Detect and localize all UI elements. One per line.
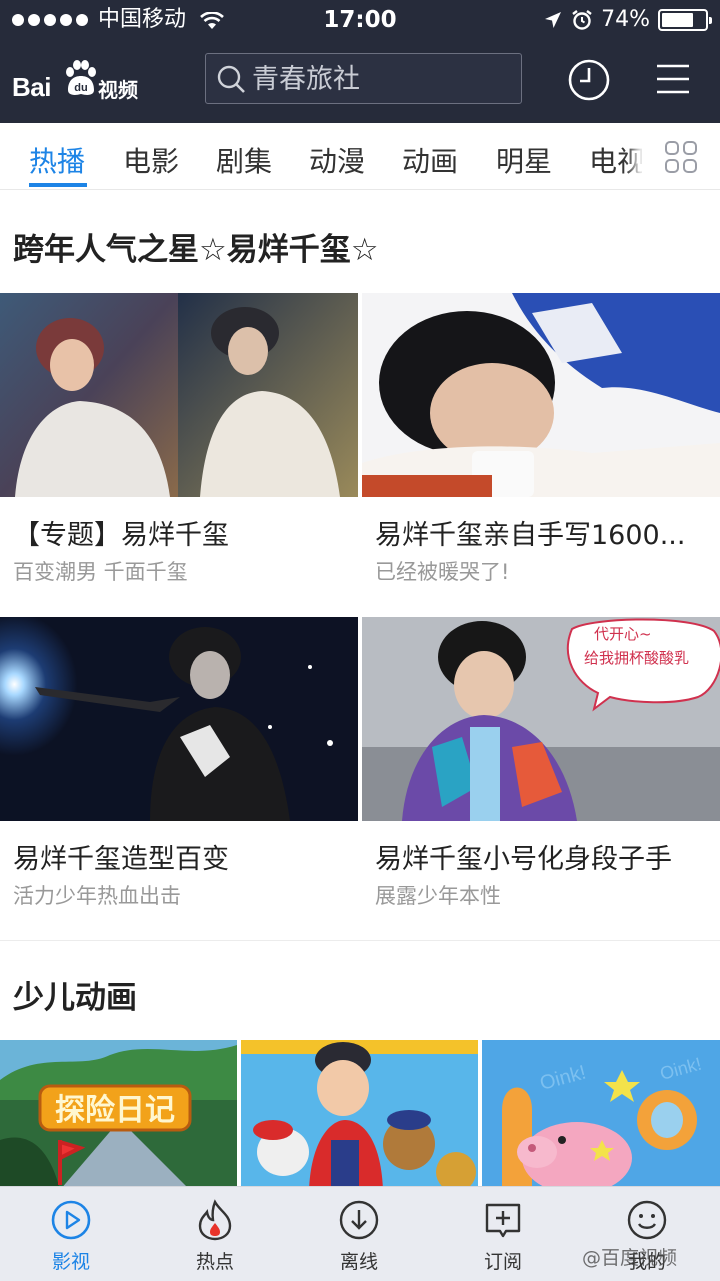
weibo-watermark: @百度视频 — [582, 1247, 678, 1269]
bottom-tab-label: 离线 — [339, 1251, 378, 1273]
bottom-tab-label: 订阅 — [483, 1251, 522, 1273]
card-thumbnail-special[interactable] — [0, 293, 358, 497]
search-box[interactable] — [205, 53, 522, 104]
poster-image: Oink! Oink! — [482, 1040, 720, 1190]
alarm-icon — [572, 9, 592, 30]
battery-icon — [658, 8, 712, 31]
active-tab-indicator — [29, 183, 87, 187]
thumbnail-image — [362, 293, 720, 497]
smiley-icon — [627, 1200, 667, 1240]
history-clock-icon[interactable] — [567, 58, 611, 102]
top-header: 中国移动 17:00 74% Bai du 视频 — [0, 0, 720, 123]
section-divider — [0, 940, 720, 941]
card-subtitle: 百变潮男 千面千玺 — [13, 560, 188, 584]
play-circle-icon — [51, 1200, 91, 1240]
logo-du: du — [74, 82, 87, 94]
section-title-star: 跨年人气之星☆易烊千玺☆ — [13, 232, 379, 268]
poster-image — [241, 1040, 478, 1190]
category-tabs: 热播 电影 剧集 动漫 动画 明星 电视 — [0, 123, 720, 190]
status-right: 74% — [543, 7, 712, 32]
tab-cartoon[interactable]: 动画 — [402, 140, 458, 180]
logo-text: Bai — [12, 72, 51, 102]
location-arrow-icon — [545, 11, 562, 28]
baidu-video-logo[interactable]: Bai du 视频 — [12, 60, 142, 102]
battery-percent: 74% — [601, 7, 650, 32]
grid-icon — [665, 141, 697, 173]
card-thumbnail-alt-account[interactable]: 代开心~ 给我拥杯酸酸乳 — [362, 617, 720, 821]
logo-video-text: 视频 — [98, 78, 138, 102]
kids-poster-peppa[interactable]: Oink! Oink! — [482, 1040, 720, 1190]
search-input[interactable] — [252, 60, 512, 98]
bottom-tab-label: 热点 — [195, 1251, 234, 1273]
bottom-tab-label: 影视 — [51, 1251, 90, 1273]
kids-poster-adventure[interactable]: 探险日记 — [0, 1040, 237, 1190]
card-thumbnail-handwritten[interactable] — [362, 293, 720, 497]
thumbnail-image — [0, 293, 358, 497]
subscribe-plus-icon — [485, 1203, 521, 1238]
tab-series[interactable]: 剧集 — [216, 140, 272, 180]
tab-tv[interactable]: 电视 — [589, 140, 645, 180]
card-title[interactable]: 易烊千玺小号化身段子手 — [375, 837, 710, 876]
poster-image: 探险日记 — [0, 1040, 237, 1190]
thumbnail-image: 代开心~ 给我拥杯酸酸乳 — [362, 617, 720, 821]
search-icon — [217, 65, 245, 93]
bubble-text: 代开心~ — [594, 625, 652, 643]
thumbnail-image — [0, 617, 358, 821]
paw-logo-icon: du — [66, 60, 96, 95]
battery-level — [662, 12, 693, 27]
card-title[interactable]: 易烊千玺亲自手写1600... — [375, 513, 710, 552]
flame-icon — [198, 1199, 232, 1241]
card-subtitle: 展露少年本性 — [375, 884, 501, 908]
poster-title: 探险日记 — [55, 1093, 175, 1128]
bottom-tab-hot[interactable]: 热点 — [165, 1187, 265, 1281]
tab-movie[interactable]: 电影 — [123, 140, 179, 180]
tab-stars[interactable]: 明星 — [496, 140, 552, 180]
menu-icon[interactable] — [655, 62, 691, 96]
status-bar: 中国移动 17:00 74% — [0, 0, 720, 40]
card-title[interactable]: 易烊千玺造型百变 — [13, 837, 348, 876]
bubble-text: 给我拥杯酸酸乳 — [584, 649, 689, 667]
all-categories-button[interactable] — [642, 123, 720, 189]
kids-poster-paw-patrol[interactable] — [241, 1040, 478, 1190]
bottom-tab-subscribe[interactable]: 订阅 — [453, 1187, 553, 1281]
tab-hot[interactable]: 热播 — [29, 140, 85, 180]
bottom-tab-offline[interactable]: 离线 — [309, 1187, 409, 1281]
card-thumbnail-styles[interactable] — [0, 617, 358, 821]
section-title-kids: 少儿动画 — [13, 980, 137, 1016]
card-title[interactable]: 【专题】易烊千玺 — [13, 513, 348, 552]
card-subtitle: 已经被暖哭了! — [375, 560, 510, 584]
download-icon — [339, 1200, 379, 1240]
tab-anime[interactable]: 动漫 — [309, 140, 365, 180]
bottom-tab-videos[interactable]: 影视 — [21, 1187, 121, 1281]
card-subtitle: 活力少年热血出击 — [13, 884, 181, 908]
